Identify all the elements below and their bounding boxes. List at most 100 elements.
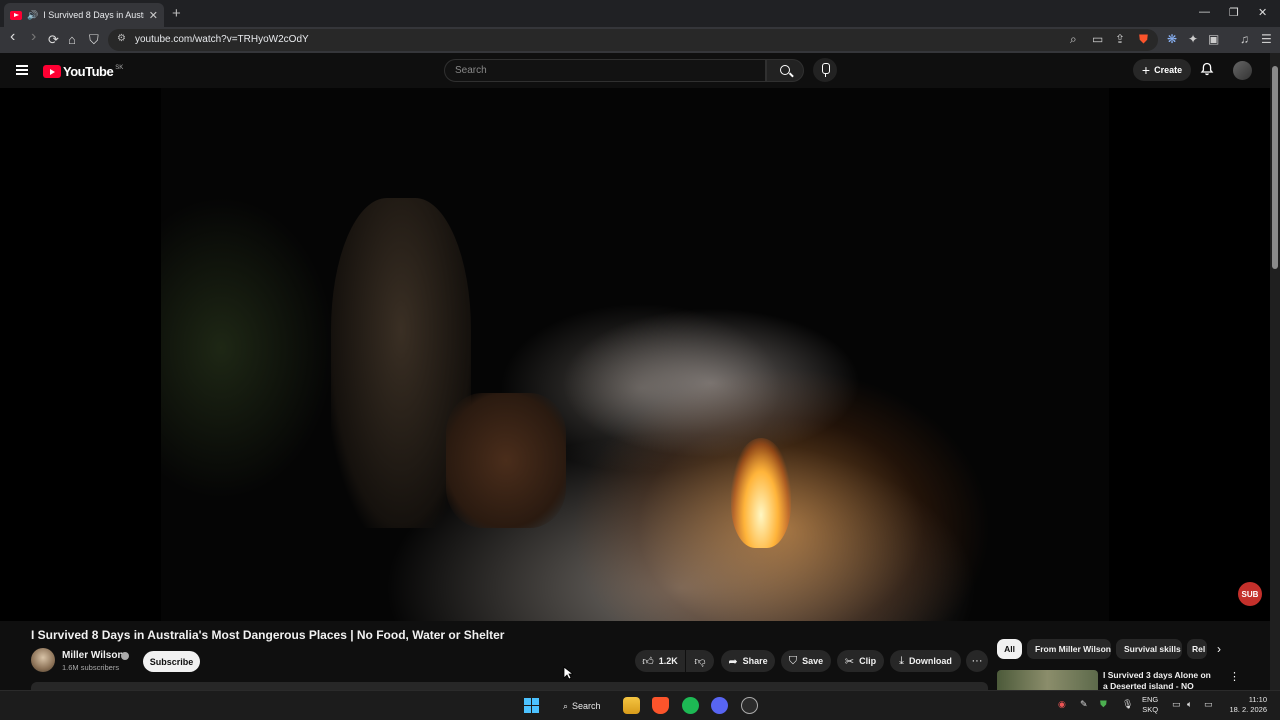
share-button[interactable]: ➦ Share — [721, 650, 775, 672]
reload-icon[interactable]: ⟳ — [48, 32, 59, 48]
tray-pen-icon[interactable]: ✎ — [1080, 699, 1088, 710]
country-code: SK — [115, 64, 124, 71]
channel-name[interactable]: Miller Wilson — [62, 650, 124, 661]
taskbar-search[interactable]: ⌕ Search — [555, 695, 611, 717]
youtube-play-icon — [43, 65, 61, 78]
window-close-button[interactable]: ✕ — [1258, 6, 1267, 19]
clip-label: Clip — [859, 656, 877, 666]
leo-ai-icon[interactable]: ❋ — [1167, 32, 1177, 46]
chip-survival-skills[interactable]: Survival skills — [1116, 639, 1182, 659]
chip-all[interactable]: All — [997, 639, 1022, 659]
account-avatar[interactable] — [1233, 61, 1252, 80]
battery-icon[interactable]: ▭ — [1204, 699, 1213, 710]
search-icon — [780, 65, 790, 75]
url-text[interactable]: youtube.com/watch?v=TRHyoW2cOdY — [135, 34, 309, 45]
browser-menu-icon[interactable]: ☰ — [1261, 32, 1272, 46]
new-tab-button[interactable]: + — [172, 5, 181, 22]
snow-mound — [561, 308, 861, 458]
tray-mic-icon[interactable]: 🎙︎ — [1122, 699, 1133, 710]
input-language[interactable]: ENG SKQ — [1142, 695, 1158, 715]
thumbs-up-icon: 👍︎ — [642, 655, 654, 668]
brave-browser-icon[interactable] — [652, 697, 669, 714]
zoom-icon[interactable]: ⌕ — [1070, 32, 1077, 47]
back-icon[interactable]: ‹ — [10, 28, 15, 46]
bookmark-icon[interactable]: ⛉ — [89, 32, 99, 48]
browser-tab-active[interactable]: 🔊 I Survived 8 Days in Australia ✕ — [4, 3, 164, 27]
youtube-favicon-icon — [10, 10, 22, 20]
hamburger-menu-icon[interactable] — [16, 65, 28, 75]
search-icon: ⌕ — [563, 700, 569, 711]
mouse-cursor-icon — [563, 666, 573, 680]
campfire — [731, 438, 791, 548]
browser-toolbar: ‹ › ⟳ ⌂ ⛉ ⚙ youtube.com/watch?v=TRHyoW2c… — [0, 27, 1280, 53]
download-icon: ⤓ — [899, 654, 904, 667]
forward-icon[interactable]: › — [31, 28, 36, 46]
address-bar[interactable]: ⚙ youtube.com/watch?v=TRHyoW2cOdY — [108, 29, 1158, 51]
windows-taskbar: ⌕ Search ◉ ✎ ⛊ 🎙︎ ENG SKQ ▭ 🔈︎ ▭ 11:10 1… — [0, 690, 1280, 720]
plus-icon: + — [1141, 62, 1151, 78]
save-icon: ⛉ — [788, 654, 798, 667]
spotify-icon[interactable] — [682, 697, 699, 714]
video-player[interactable]: SUB — [0, 88, 1270, 621]
media-icon[interactable]: ♫ — [1240, 32, 1249, 46]
speaker-icon[interactable]: 🔊 — [27, 10, 38, 21]
windows-start-icon[interactable] — [524, 698, 539, 713]
extensions-icon[interactable]: ✦ — [1188, 32, 1198, 46]
chip-related[interactable]: Rel — [1187, 639, 1207, 659]
video-frame[interactable] — [161, 88, 1109, 621]
tab-title: I Survived 8 Days in Australia — [43, 10, 144, 20]
taskbar-search-label: Search — [572, 701, 601, 711]
chip-from-channel[interactable]: From Miller Wilson — [1027, 639, 1111, 659]
sidebar-icon[interactable]: ▣ — [1208, 32, 1219, 46]
youtube-logo[interactable]: YouTube SK — [43, 64, 123, 79]
file-explorer-icon[interactable] — [623, 697, 640, 714]
subscriber-count: 1.6M subscribers — [62, 663, 120, 672]
like-count: 1.2K — [658, 656, 678, 666]
cast-icon[interactable]: ▭ — [1092, 32, 1103, 46]
brave-shields-icon[interactable]: ⛊ — [1139, 32, 1148, 47]
restore-button[interactable]: ❐ — [1229, 6, 1239, 19]
clock-date: 18. 2. 2026 — [1229, 705, 1267, 714]
tab-close-icon[interactable]: ✕ — [149, 9, 158, 22]
video-title: I Survived 8 Days in Australia's Most Da… — [31, 628, 505, 642]
verified-icon — [121, 652, 129, 660]
voice-search-icon[interactable] — [813, 58, 837, 82]
recommended-thumbnail[interactable] — [997, 670, 1098, 690]
channel-avatar[interactable] — [31, 648, 55, 672]
browser-tab-strip: 🔊 I Survived 8 Days in Australia ✕ + — ❐… — [0, 0, 1280, 27]
notifications-bell-icon[interactable] — [1200, 62, 1214, 76]
save-button[interactable]: ⛉ Save — [781, 650, 831, 672]
tray-app-icon[interactable]: ◉ — [1058, 699, 1066, 710]
download-button[interactable]: ⤓ Download — [890, 650, 961, 672]
subscribe-watermark[interactable]: SUB — [1238, 582, 1262, 606]
app-icon[interactable] — [741, 697, 758, 714]
scrollbar-thumb[interactable] — [1272, 66, 1278, 269]
share-icon: ➦ — [728, 655, 738, 668]
backpack — [446, 393, 566, 528]
keyboard-code: SKQ — [1142, 705, 1159, 714]
search-button[interactable] — [766, 59, 804, 82]
system-clock[interactable]: 11:10 18. 2. 2026 — [1225, 695, 1267, 715]
like-button[interactable]: 👍︎ 1.2K — [635, 650, 685, 672]
youtube-header: YouTube SK Search + Create — [0, 53, 1270, 88]
recommended-title[interactable]: I Survived 3 days Alone on a Deserted is… — [1103, 670, 1215, 690]
minimize-button[interactable]: — — [1199, 6, 1210, 18]
subscribe-button[interactable]: Subscribe — [143, 651, 200, 672]
site-info-icon[interactable]: ⚙ — [117, 33, 126, 44]
network-icon[interactable]: ▭ — [1172, 699, 1181, 710]
volume-icon[interactable]: 🔈︎ — [1187, 699, 1192, 710]
clip-button[interactable]: ✂ Clip — [837, 650, 884, 672]
chevron-right-icon[interactable]: › — [1217, 642, 1221, 656]
dislike-button[interactable]: 👎︎ — [686, 650, 714, 672]
home-icon[interactable]: ⌂ — [68, 32, 76, 47]
save-label: Save — [802, 656, 824, 666]
create-button[interactable]: + Create — [1133, 59, 1191, 81]
discord-icon[interactable] — [711, 697, 728, 714]
tray-shield-icon[interactable]: ⛊ — [1100, 699, 1107, 710]
recommended-more-icon[interactable]: ⋮ — [1229, 670, 1240, 683]
more-actions-button[interactable]: ··· — [966, 650, 988, 672]
scissors-icon: ✂ — [844, 655, 855, 668]
description-box[interactable] — [31, 682, 988, 690]
share-page-icon[interactable]: ⇪ — [1115, 32, 1125, 46]
search-input[interactable]: Search — [444, 59, 766, 82]
